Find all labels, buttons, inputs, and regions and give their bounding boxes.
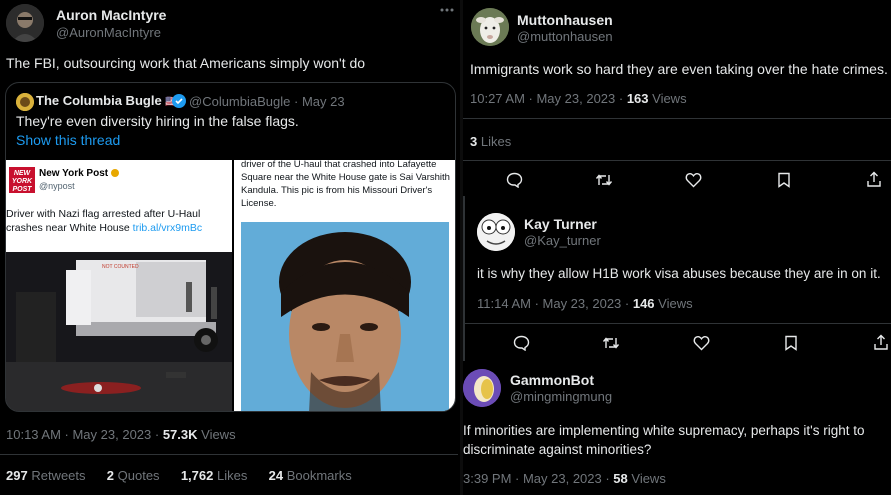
reply-timestamp: 10:27 AM · May 23, 2023 · 163 Views [470,91,687,106]
reply-text: If minorities are implementing white sup… [463,423,865,457]
bookmarks-stat[interactable]: 24 Bookmarks [269,468,352,483]
like-icon[interactable] [685,172,702,188]
tweet-timestamp: 10:13 AM · May 23, 2023 · 57.3K Views [6,427,236,442]
reply-text: it is why they allow H1B work visa abuse… [477,266,881,281]
likes-stat[interactable]: 3 Likes [470,134,511,149]
verified-badge-icon [172,94,186,108]
engagement-stats: 297 Retweets 2 Quotes 1,762 Likes 24 Boo… [6,468,352,483]
quotes-stat[interactable]: 2 Quotes [107,468,160,483]
divider [463,118,891,119]
author-name[interactable]: Auron MacIntyre [56,7,166,23]
avatar[interactable] [477,213,515,251]
avatar[interactable] [6,4,44,42]
divider [0,454,458,455]
id-caption: driver of the U-haul that crashed into L… [241,160,450,209]
author-handle[interactable]: @AuronMacIntyre [56,25,161,40]
truck-text: NOT COUNTED [102,264,139,270]
author-handle[interactable]: @muttonhausen [517,29,613,44]
gold-badge-icon [110,169,119,178]
id-photo [241,222,449,411]
reply-muttonhausen: Muttonhausen @muttonhausen Immigrants wo… [463,0,891,196]
reply-icon[interactable] [513,335,530,351]
author-name[interactable]: Kay Turner [524,216,597,232]
nypost-handle: @nypost [39,181,75,191]
divider [463,160,891,161]
retweet-icon[interactable] [595,172,613,188]
author-name[interactable]: Muttonhausen [517,12,613,28]
likes-stat[interactable]: 1,762 Likes [181,468,248,483]
action-bar [463,170,891,190]
divider [465,323,891,324]
uhaul-photo: NOT COUNTED [6,252,232,411]
quote-author-name: The Columbia Bugle 🇺🇸 [36,93,179,108]
avatar[interactable] [463,369,501,407]
bookmark-icon[interactable] [784,335,798,351]
quote-tweet-card[interactable]: The Columbia Bugle 🇺🇸 @ColumbiaBugle · M… [5,82,456,412]
nypost-logo: NEW YORK POST [9,167,35,193]
retweet-icon[interactable] [602,335,620,351]
reply-text: Immigrants work so hard they are even ta… [470,61,888,77]
reply-timestamp: 11:14 AM · May 23, 2023 · 146 Views [477,296,693,311]
quote-text: They're even diversity hiring in the fal… [16,113,299,129]
reply-timestamp: 3:39 PM · May 23, 2023 · 58 Views [463,471,666,486]
quote-image-right[interactable]: driver of the U-haul that crashed into L… [234,160,455,411]
tweet-text: The FBI, outsourcing work that Americans… [6,55,366,71]
like-icon[interactable] [693,335,710,351]
quote-avatar [16,93,34,111]
nypost-name: New York Post [39,168,119,179]
author-handle[interactable]: @mingmingmung [510,389,612,404]
more-dots-icon[interactable] [440,8,454,12]
action-bar [463,334,891,354]
nypost-headline: Driver with Nazi flag arrested after U-H… [6,208,203,234]
retweets-stat[interactable]: 297 Retweets [6,468,86,483]
author-name[interactable]: GammonBot [510,372,594,388]
avatar[interactable] [471,8,509,46]
reply-icon[interactable] [506,172,523,188]
left-tweet: Auron MacIntyre @AuronMacIntyre The FBI,… [0,0,462,495]
quote-handle-date: @ColumbiaBugle · May 23 [189,94,345,109]
reply-gammonbot: GammonBot @mingmingmung If minorities ar… [463,361,891,495]
bookmark-icon[interactable] [777,172,791,188]
show-thread-link[interactable]: Show this thread [16,132,120,148]
quote-image-left[interactable]: NEW YORK POST New York Post @nypost Driv… [6,160,232,411]
author-handle[interactable]: @Kay_turner [524,233,601,248]
share-icon[interactable] [873,334,889,351]
reply-kay-turner: Kay Turner @Kay_turner it is why they al… [463,196,891,361]
share-icon[interactable] [866,171,882,188]
